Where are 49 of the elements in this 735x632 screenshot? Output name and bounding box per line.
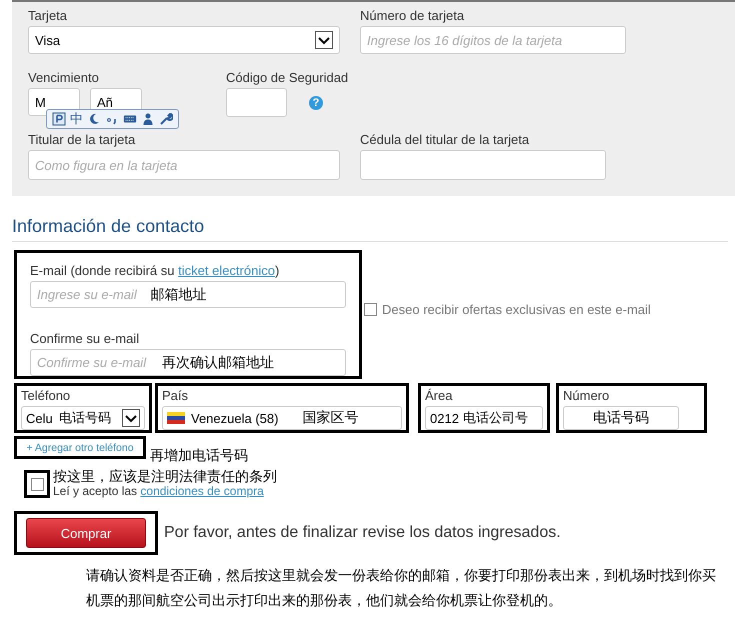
review-message: Por favor, antes de finalizar revise los datos ingresados. <box>164 524 561 542</box>
terms-link[interactable]: condiciones de compra <box>140 484 264 498</box>
confirm-email-input[interactable]: Confirme su e-mail 再次确认邮箱地址 <box>30 349 346 376</box>
cardholder-input[interactable]: Como figura en la tarjeta <box>28 150 340 180</box>
annotation-text: 请确认资料是否正确，然后按这里就会发一份表给你的邮箱，你要打印那份表出来，到机场时找到你买机票的那间航空公司出示打印出来的那份表，他们就会给你机票让你登机的。 <box>86 566 717 610</box>
field-label: Código de Seguridad <box>226 70 348 86</box>
add-phone-link[interactable]: + Agregar otro teléfono <box>26 442 134 454</box>
cardholder-id-input[interactable] <box>360 150 606 180</box>
field-label: E-mail (donde recibirá su ticket electrónico) <box>30 263 280 278</box>
annotation-text: 再增加电话号码 <box>150 447 248 465</box>
field-label: País <box>162 388 190 403</box>
offers-checkbox[interactable] <box>364 303 377 316</box>
ticket-link[interactable]: ticket electrónico <box>178 263 275 278</box>
field-label: Área <box>425 388 454 403</box>
field-label: Número de tarjeta <box>360 8 466 24</box>
security-code-input[interactable] <box>226 88 287 117</box>
annotation-text: 再次确认邮箱地址 <box>162 354 274 372</box>
field-label: Vencimiento <box>28 70 100 86</box>
terms-checkbox[interactable] <box>30 478 44 490</box>
flag-icon <box>167 412 185 424</box>
moon-icon[interactable] <box>87 112 101 126</box>
annotation-text: 邮箱地址 <box>150 286 207 304</box>
section-heading: Información de contacto <box>12 216 728 242</box>
dropdown-icon <box>122 409 140 427</box>
field-label: Número <box>563 388 610 403</box>
area-code-input[interactable]: 0212 电话公司号 <box>425 406 543 430</box>
checkbox-label: Leí y acepto las condiciones de compra <box>53 484 265 499</box>
checkbox-label: Deseo recibir ofertas exclusivas en este e-mail <box>382 302 651 317</box>
phone-number-input[interactable]: 电话号码 <box>563 406 679 430</box>
email-input[interactable]: Ingrese su e-mail 邮箱地址 <box>30 281 346 308</box>
field-label: Tarjeta <box>28 8 68 24</box>
card-number-input[interactable]: Ingrese los 16 dígitos de la tarjeta <box>360 26 626 54</box>
field-label: Titular de la tarjeta <box>28 132 136 148</box>
annotation-text: 国家区号 <box>302 409 358 427</box>
field-label: Cédula del titular de la tarjeta <box>360 132 530 148</box>
country-select[interactable]: Venezuela (58) 国家区号 <box>162 406 402 430</box>
dropdown-icon <box>315 31 333 49</box>
annotation-text: 电话公司号 <box>462 409 528 427</box>
field-label: Teléfono <box>21 388 72 403</box>
buy-button[interactable]: Comprar <box>26 518 146 548</box>
annotation-text: 电话号码 <box>58 409 111 427</box>
annotation-text: 按这里，应该是注明法律责任的条列 <box>53 469 277 484</box>
person-icon[interactable] <box>141 112 155 126</box>
annotation-text: 电话号码 <box>593 409 649 427</box>
phone-type-select[interactable]: Celu 电话号码 <box>21 406 145 430</box>
wrench-icon[interactable] <box>159 112 173 126</box>
field-label: Confirme su e-mail <box>30 331 140 346</box>
card-type-select[interactable]: Visa <box>28 26 340 54</box>
p-icon[interactable] <box>52 112 66 126</box>
